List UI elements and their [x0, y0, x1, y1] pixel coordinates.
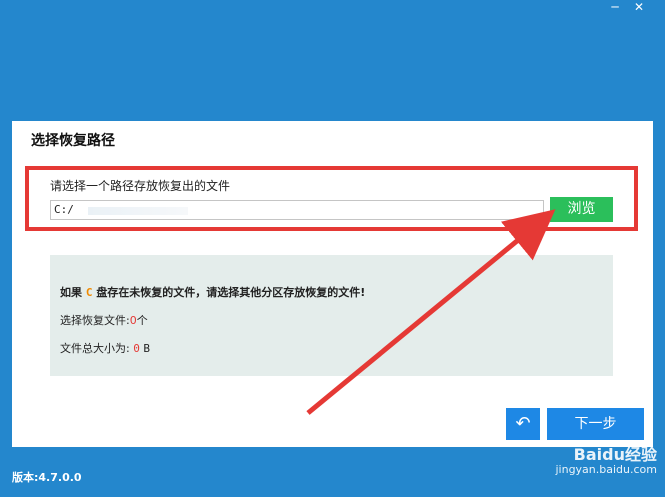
version-label: 版本:4.7.0.0 — [12, 471, 82, 484]
baidu-watermark: Baidu经验 jingyan.baidu.com — [555, 445, 657, 476]
annotation-arrow — [306, 209, 556, 415]
